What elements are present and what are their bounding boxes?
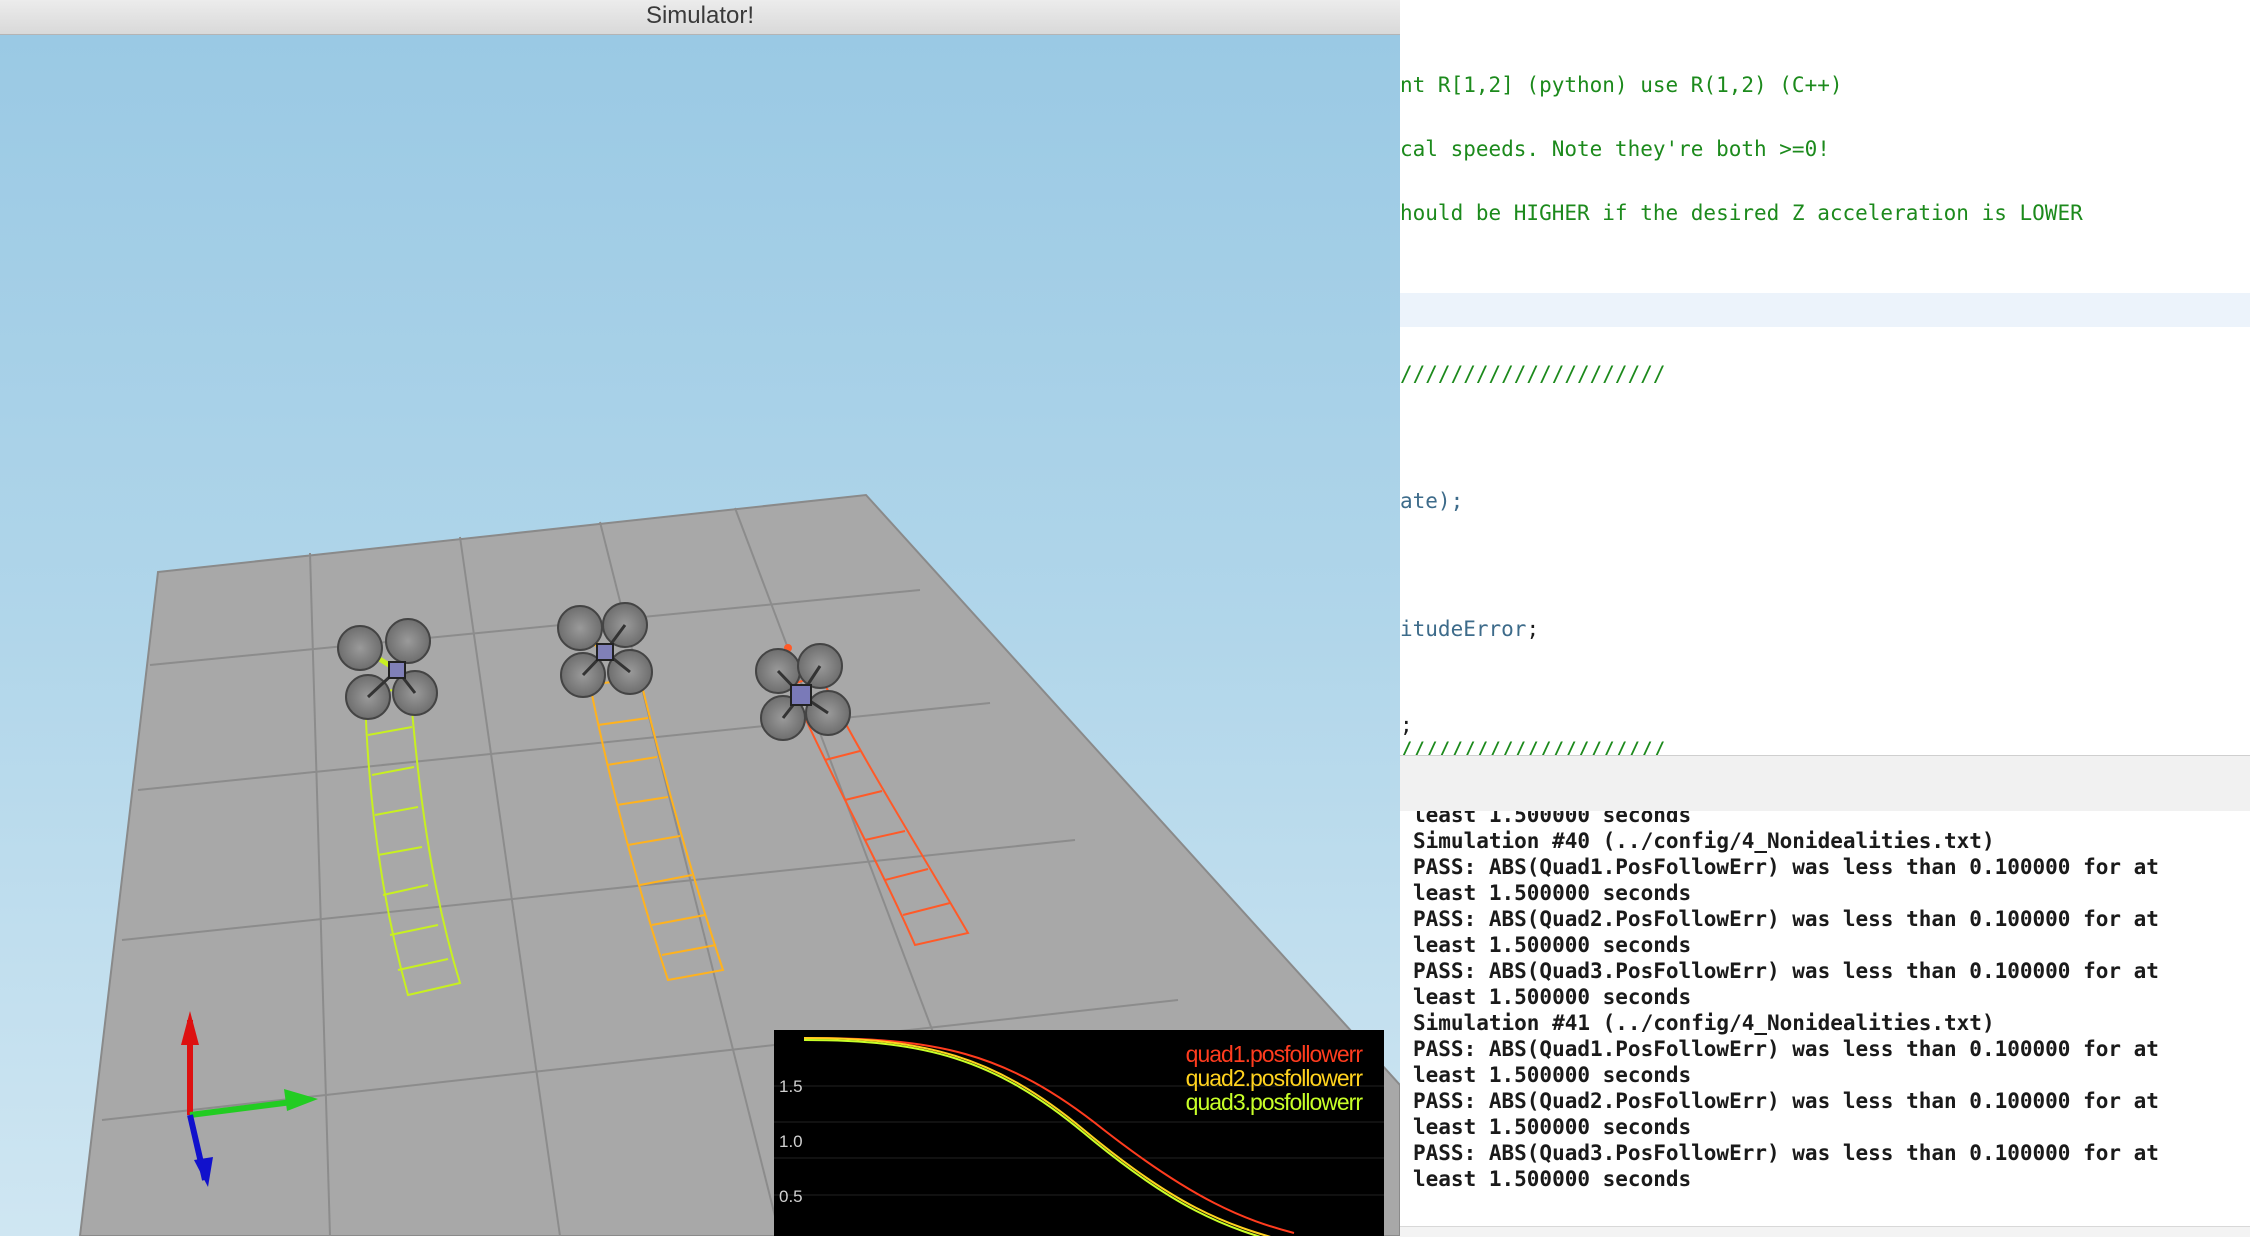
code-token: ate);	[1400, 489, 1464, 513]
code-line[interactable]: /////////////////////	[1400, 362, 1666, 386]
code-token: itudeError	[1400, 617, 1527, 641]
plot-legend: quad1.posfollowerr quad2.posfollowerr qu…	[1185, 1041, 1363, 1115]
legend-quad1: quad1.posfollowerr	[1185, 1041, 1363, 1067]
legend-quad2: quad2.posfollowerr	[1185, 1065, 1363, 1091]
code-line[interactable]: cal speeds. Note they're both >=0!	[1400, 137, 1830, 161]
code-editor[interactable]: nt R[1,2] (python) use R(1,2) (C++) cal …	[1400, 0, 2250, 755]
console-line: least 1.500000 seconds	[1413, 811, 1692, 827]
console-line: PASS: ABS(Quad1.PosFollowErr) was less t…	[1413, 1037, 2159, 1061]
plot-ytick: 1.0	[779, 1132, 803, 1151]
console-line: least 1.500000 seconds	[1413, 1167, 1692, 1191]
console-line: least 1.500000 seconds	[1413, 881, 1692, 905]
plot-ytick: 1.5	[779, 1077, 803, 1096]
console-line: least 1.500000 seconds	[1413, 1063, 1692, 1087]
console-line: least 1.500000 seconds	[1413, 933, 1692, 957]
console-line: least 1.500000 seconds	[1413, 1115, 1692, 1139]
simulator-window: Simulator! 1.5 1.0 0.5 quad1.posfollower…	[0, 0, 1400, 1236]
console-line: PASS: ABS(Quad2.PosFollowErr) was less t…	[1413, 1089, 2159, 1113]
console-line: least 1.500000 seconds	[1413, 985, 1692, 1009]
console-line: Simulation #40 (../config/4_Nonidealitie…	[1413, 829, 1995, 853]
code-line[interactable]: ;	[1400, 713, 1413, 737]
quad3-drone[interactable]	[755, 643, 851, 741]
console-line: PASS: ABS(Quad2.PosFollowErr) was less t…	[1413, 907, 2159, 931]
position-error-plot: 1.5 1.0 0.5 quad1.posfollowerr quad2.pos…	[774, 1030, 1384, 1236]
code-line[interactable]: itudeError;	[1400, 617, 1539, 641]
simulator-title: Simulator!	[0, 0, 1400, 35]
plot-ytick: 0.5	[779, 1187, 803, 1206]
console-line: Simulation #41 (../config/4_Nonidealitie…	[1413, 1011, 1995, 1035]
legend-quad3: quad3.posfollowerr	[1185, 1089, 1363, 1115]
code-line[interactable]: nt R[1,2] (python) use R(1,2) (C++)	[1400, 73, 1843, 97]
code-line[interactable]: hould be HIGHER if the desired Z acceler…	[1400, 201, 2083, 225]
console-line: PASS: ABS(Quad3.PosFollowErr) was less t…	[1413, 1141, 2159, 1165]
simulator-viewport[interactable]: 1.5 1.0 0.5 quad1.posfollowerr quad2.pos…	[0, 35, 1400, 1236]
console-line: PASS: ABS(Quad1.PosFollowErr) was less t…	[1413, 855, 2159, 879]
console-text: least 1.500000 seconds Simulation #40 (..…	[1413, 811, 2159, 1192]
current-line-highlight	[1400, 293, 2250, 327]
console-footer	[1400, 1226, 2250, 1237]
code-line[interactable]: /////////////////////	[1400, 738, 1666, 755]
code-token: ;	[1526, 617, 1540, 641]
console-line: PASS: ABS(Quad3.PosFollowErr) was less t…	[1413, 959, 2159, 983]
code-line[interactable]: ate);	[1400, 489, 1463, 513]
debug-area-bar[interactable]	[1400, 755, 2250, 813]
console-output[interactable]: least 1.500000 seconds Simulation #40 (..…	[1400, 811, 2250, 1236]
